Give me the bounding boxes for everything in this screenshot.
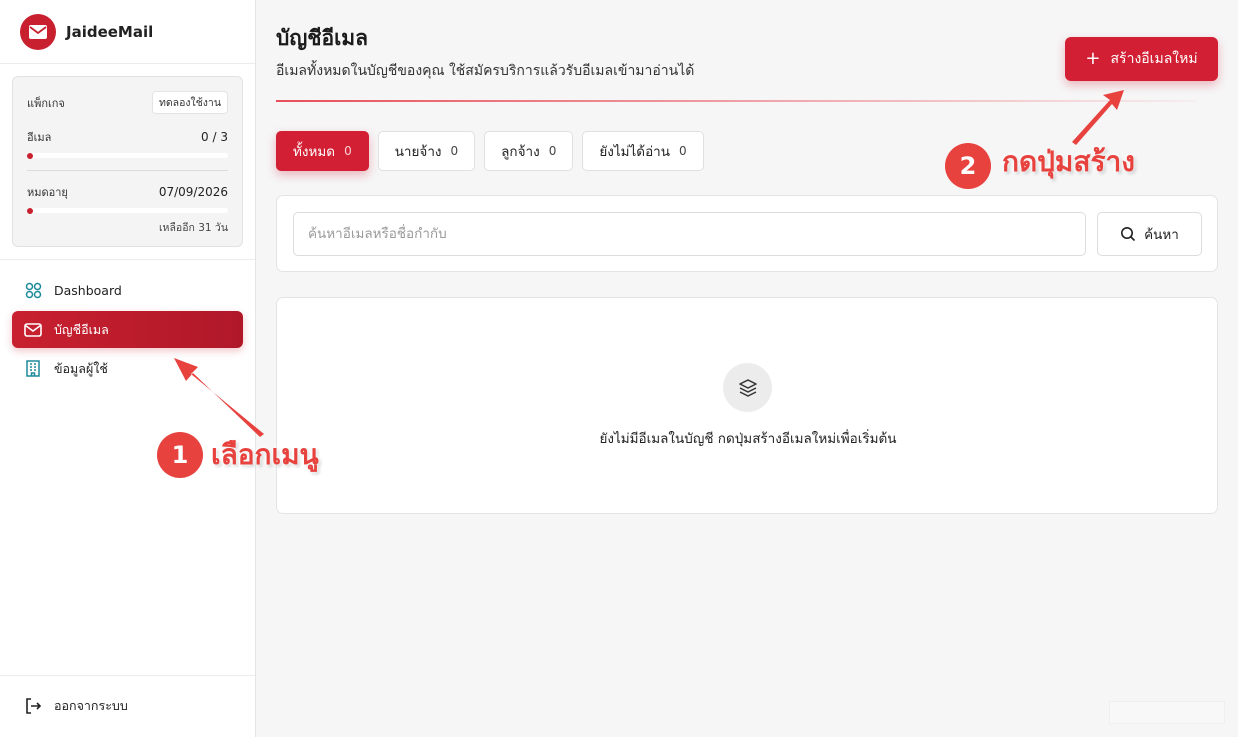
mail-logo-icon [20, 13, 56, 50]
plus-icon: + [1085, 48, 1101, 69]
email-usage-bar [27, 152, 228, 159]
callout-text-1: เลือกเมนู [211, 438, 319, 471]
search-icon [1120, 226, 1136, 242]
create-email-button[interactable]: + สร้างอีเมลใหม่ [1065, 37, 1218, 81]
mail-icon [24, 321, 42, 339]
tab-count: 0 [548, 144, 557, 158]
tab-label: ยังไม่ได้อ่าน [599, 144, 670, 160]
page-subtitle: อีเมลทั้งหมดในบัญชีของคุณ ใช้สมัครบริการ… [276, 63, 695, 79]
package-label: แพ็กเกจ [27, 96, 65, 110]
expire-label: หมดอายุ [27, 186, 68, 199]
corner-widget [1109, 701, 1225, 724]
remaining-days: เหลืออีก 31 วัน [158, 222, 228, 234]
callout-text-2: กดปุ่มสร้าง [1002, 145, 1135, 178]
tab-count: 0 [679, 144, 687, 158]
create-email-label: สร้างอีเมลใหม่ [1110, 51, 1198, 67]
logout-button[interactable]: ออกจากระบบ [24, 696, 128, 716]
layers-icon [723, 363, 772, 412]
email-usage-value: 0 / 3 [201, 130, 228, 144]
tab-count: 0 [344, 144, 352, 158]
sidebar-item-user-info[interactable]: ข้อมูลผู้ใช้ [12, 350, 243, 387]
logout-label: ออกจากระบบ [54, 698, 128, 713]
dashboard-icon [24, 282, 42, 300]
callout-badge-1: 1 [157, 432, 203, 478]
sidebar-item-label: Dashboard [54, 283, 122, 298]
tab-employee[interactable]: ลูกจ้าง 0 [484, 131, 574, 171]
expire-bar-fill [27, 207, 33, 214]
logout-icon [24, 697, 42, 715]
package-badge: ทดลองใช้งาน [151, 91, 228, 114]
arrow-to-create-button [1072, 90, 1124, 145]
sidebar-item-label: บัญชีอีเมล [54, 321, 109, 337]
search-button[interactable]: ค้นหา [1097, 212, 1202, 256]
brand-name: JaideeMail [66, 22, 154, 41]
tab-employer[interactable]: นายจ้าง 0 [377, 131, 476, 171]
filter-tabs: ทั้งหมด 0 นายจ้าง 0 ลูกจ้าง 0 ยังไม่ได้อ… [276, 131, 713, 171]
tab-count: 0 [450, 144, 459, 158]
tab-unread[interactable]: ยังไม่ได้อ่าน 0 [582, 131, 704, 171]
expire-bar [27, 207, 228, 214]
page-title: บัญชีอีเมล [276, 26, 368, 50]
sidebar-item-label: ข้อมูลผู้ใช้ [54, 360, 108, 376]
search-card: ค้นหา [276, 195, 1218, 272]
title-underline [276, 100, 1196, 102]
sidebar: JaideeMail แพ็กเกจ ทดลองใช้งาน อีเมล 0 /… [0, 0, 256, 737]
building-icon [24, 360, 42, 378]
search-input[interactable] [293, 212, 1086, 256]
empty-state-card: ยังไม่มีอีเมลในบัญชี กดปุ่มสร้างอีเมลใหม… [276, 297, 1218, 514]
tab-label: ทั้งหมด [293, 144, 336, 160]
brand[interactable]: JaideeMail [0, 0, 255, 64]
tab-label: ลูกจ้าง [501, 144, 540, 160]
email-usage-label: อีเมล [27, 131, 52, 144]
expire-value: 07/09/2026 [158, 185, 228, 199]
search-button-label: ค้นหา [1144, 227, 1179, 243]
empty-state-message: ยังไม่มีอีเมลในบัญชี กดปุ่มสร้างอีเมลใหม… [599, 431, 897, 447]
sidebar-item-email-accounts[interactable]: บัญชีอีเมล [12, 311, 243, 348]
package-card: แพ็กเกจ ทดลองใช้งาน อีเมล 0 / 3 หมดอายุ … [12, 76, 243, 247]
callout-badge-2: 2 [945, 143, 991, 189]
tab-all[interactable]: ทั้งหมด 0 [276, 131, 369, 171]
sidebar-nav: Dashboard บัญชีอีเมล ข้อมูลผู้ใช้ [12, 272, 243, 389]
email-usage-bar-fill [27, 152, 33, 159]
sidebar-item-dashboard[interactable]: Dashboard [12, 272, 243, 309]
tab-label: นายจ้าง [394, 144, 442, 160]
